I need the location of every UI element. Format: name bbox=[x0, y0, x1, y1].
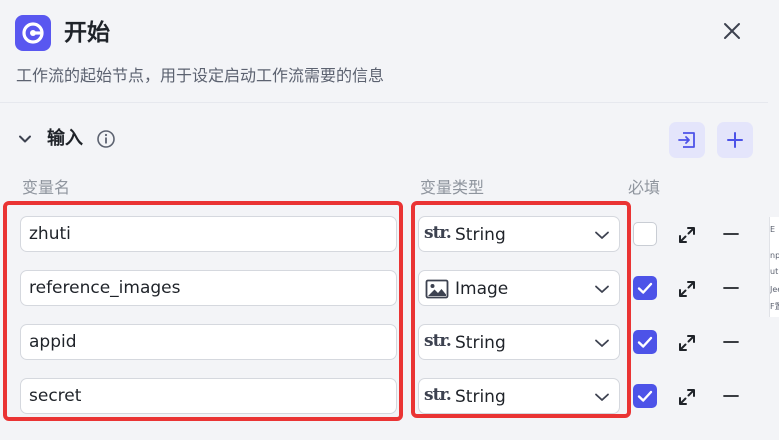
required-checkbox[interactable] bbox=[633, 384, 657, 408]
variable-row: str. String bbox=[0, 216, 768, 254]
add-variable-button[interactable] bbox=[717, 122, 753, 158]
chevron-down-icon bbox=[595, 393, 609, 401]
info-icon[interactable] bbox=[96, 129, 116, 149]
str-icon: str. bbox=[424, 331, 452, 351]
background-canvas-fragment: E np ut Jee F置 bbox=[769, 217, 779, 317]
remove-variable-icon[interactable] bbox=[720, 223, 742, 245]
variable-type-select[interactable]: str. String bbox=[418, 324, 620, 360]
variable-row: Image bbox=[0, 270, 768, 308]
import-icon bbox=[678, 132, 695, 148]
str-icon: str. bbox=[424, 385, 452, 405]
variable-name-input[interactable] bbox=[20, 378, 397, 414]
str-icon: str. bbox=[424, 223, 452, 243]
start-node-icon bbox=[15, 15, 51, 51]
variable-type-select[interactable]: Image bbox=[418, 270, 620, 306]
panel-header: 开始 工作流的起始节点，用于设定启动工作流需要的信息 bbox=[0, 0, 768, 103]
variable-type-select[interactable]: str. String bbox=[418, 216, 620, 252]
required-checkbox[interactable] bbox=[633, 330, 657, 354]
chevron-down-icon bbox=[595, 339, 609, 347]
expand-icon[interactable] bbox=[676, 224, 698, 246]
panel-description: 工作流的起始节点，用于设定启动工作流需要的信息 bbox=[16, 66, 385, 85]
close-icon[interactable] bbox=[717, 16, 747, 46]
image-icon bbox=[425, 279, 449, 299]
variable-type-label: String bbox=[455, 333, 506, 353]
remove-variable-icon[interactable] bbox=[720, 277, 742, 299]
variable-row: str. String bbox=[0, 378, 768, 416]
variable-name-input[interactable] bbox=[20, 216, 397, 252]
chevron-down-icon[interactable] bbox=[16, 130, 34, 148]
column-header-required: 必填 bbox=[628, 178, 661, 197]
variable-type-label: Image bbox=[455, 279, 509, 299]
fragment-text: F置 bbox=[770, 302, 779, 311]
variable-name-input[interactable] bbox=[20, 270, 397, 306]
remove-variable-icon[interactable] bbox=[720, 385, 742, 407]
fragment-text: np bbox=[770, 251, 779, 260]
chevron-down-icon bbox=[595, 285, 609, 293]
check-icon bbox=[637, 390, 653, 402]
variable-type-label: String bbox=[455, 225, 506, 245]
import-variables-button[interactable] bbox=[669, 122, 705, 158]
expand-icon[interactable] bbox=[676, 386, 698, 408]
variable-type-select[interactable]: str. String bbox=[418, 378, 620, 414]
variable-name-input[interactable] bbox=[20, 324, 397, 360]
check-icon bbox=[637, 336, 653, 348]
input-section-header: 输入 bbox=[0, 118, 768, 162]
fragment-text: ut bbox=[770, 267, 779, 276]
variable-type-label: String bbox=[455, 387, 506, 407]
section-title: 输入 bbox=[47, 128, 83, 149]
variable-row: str. String bbox=[0, 324, 768, 362]
plus-icon bbox=[727, 132, 743, 148]
panel-title: 开始 bbox=[64, 20, 110, 46]
required-checkbox[interactable] bbox=[633, 276, 657, 300]
fragment-text: Jee bbox=[770, 285, 779, 294]
column-header-name: 变量名 bbox=[22, 178, 71, 197]
required-checkbox[interactable] bbox=[633, 222, 657, 246]
check-icon bbox=[637, 282, 653, 294]
start-node-panel: 开始 工作流的起始节点，用于设定启动工作流需要的信息 输入 变量名 变量类型 必… bbox=[0, 0, 768, 440]
remove-variable-icon[interactable] bbox=[720, 331, 742, 353]
fragment-text: E bbox=[770, 225, 776, 234]
chevron-down-icon bbox=[595, 231, 609, 239]
expand-icon[interactable] bbox=[676, 332, 698, 354]
expand-icon[interactable] bbox=[676, 278, 698, 300]
column-header-type: 变量类型 bbox=[420, 178, 485, 197]
